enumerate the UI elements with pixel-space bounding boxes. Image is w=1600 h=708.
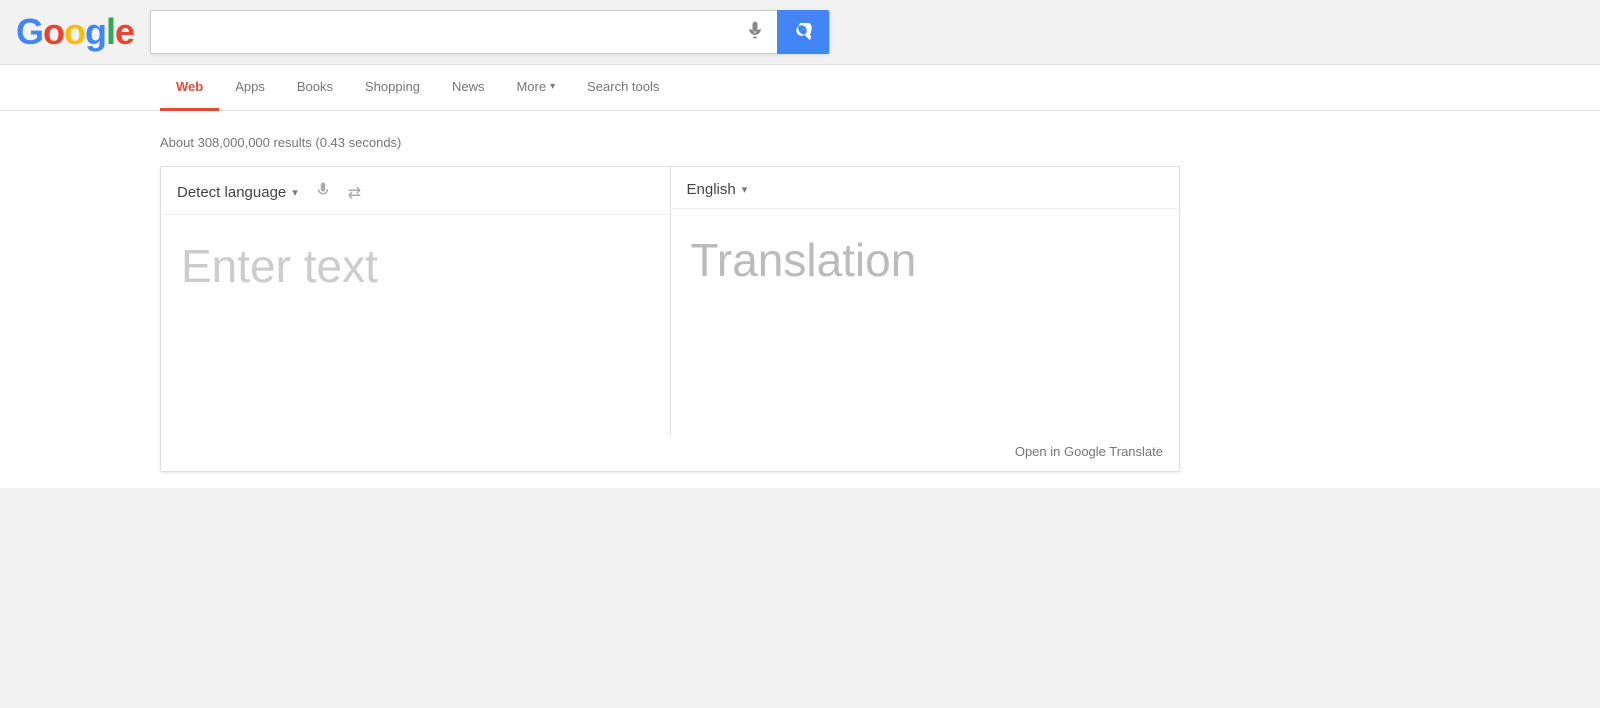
target-language-selector[interactable]: English ▾ [687, 181, 748, 198]
results-area: About 308,000,000 results (0.43 seconds)… [0, 111, 1600, 488]
google-logo[interactable]: Google [16, 11, 134, 53]
more-arrow-icon: ▾ [550, 81, 555, 92]
translate-widget: Detect language ▾ ⇄ Enter text [160, 166, 1180, 472]
nav-item-news[interactable]: News [436, 65, 501, 111]
nav-item-search-tools[interactable]: Search tools [571, 65, 675, 111]
logo-letter-o1: o [43, 11, 64, 52]
logo-letter-g2: g [85, 11, 106, 52]
source-panel-body[interactable]: Enter text [161, 215, 670, 435]
results-count: About 308,000,000 results (0.43 seconds) [160, 127, 1600, 166]
target-language-arrow-icon: ▾ [742, 183, 748, 196]
source-language-label: Detect language [177, 184, 286, 201]
source-language-arrow-icon: ▾ [292, 186, 298, 199]
nav-item-web[interactable]: Web [160, 65, 219, 111]
target-panel-body: Translation [671, 209, 1180, 429]
nav-bar: Web Apps Books Shopping News More ▾ Sear… [0, 65, 1600, 111]
search-bar: translate [150, 10, 830, 54]
nav-item-books[interactable]: Books [281, 65, 349, 111]
source-language-selector[interactable]: Detect language ▾ [177, 184, 298, 201]
target-language-label: English [687, 181, 736, 198]
nav-item-more[interactable]: More ▾ [500, 65, 571, 111]
source-panel: Detect language ▾ ⇄ Enter text [161, 167, 671, 435]
search-input[interactable]: translate [151, 22, 733, 43]
search-button[interactable] [777, 10, 829, 54]
translation-output: Translation [691, 233, 917, 287]
logo-letter-o2: o [64, 11, 85, 52]
target-panel: English ▾ Translation [671, 167, 1180, 435]
logo-letter-g: G [16, 11, 43, 52]
open-in-google-translate-link[interactable]: Open in Google Translate [1015, 444, 1163, 459]
source-microphone-icon[interactable] [314, 181, 332, 204]
nav-item-apps[interactable]: Apps [219, 65, 281, 111]
nav-item-shopping[interactable]: Shopping [349, 65, 436, 111]
logo-letter-e: e [115, 11, 134, 52]
source-enter-text: Enter text [181, 239, 378, 293]
widget-footer: Open in Google Translate [161, 435, 1179, 471]
translate-panels: Detect language ▾ ⇄ Enter text [161, 167, 1179, 435]
header: Google translate [0, 0, 1600, 65]
source-panel-header: Detect language ▾ ⇄ [161, 167, 670, 215]
microphone-icon[interactable] [733, 20, 777, 45]
swap-languages-icon[interactable]: ⇄ [348, 183, 361, 203]
target-panel-header: English ▾ [671, 167, 1180, 209]
logo-letter-l: l [106, 11, 115, 52]
